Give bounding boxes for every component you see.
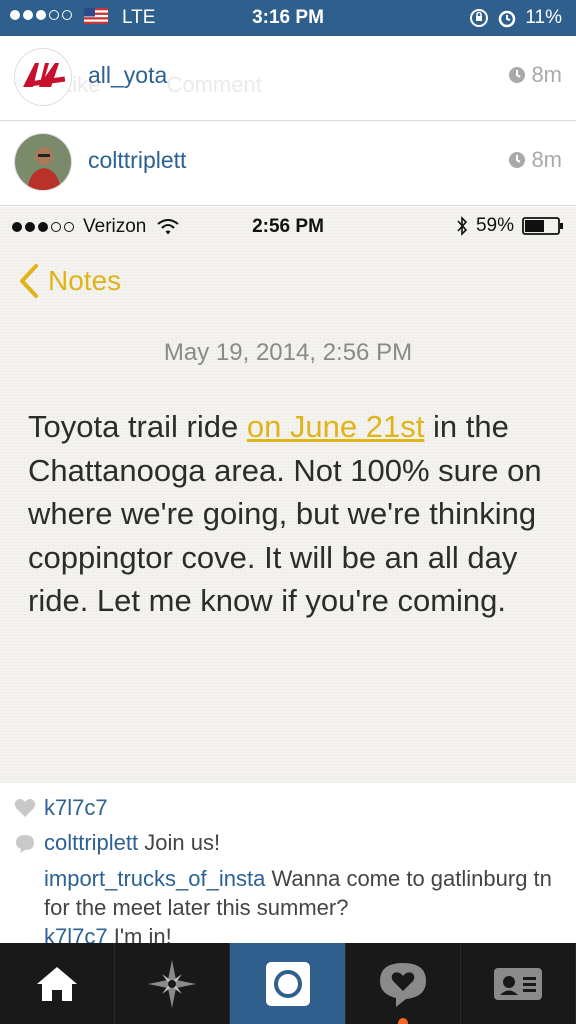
tab-home[interactable]: [0, 943, 116, 1024]
chevron-left-icon: [20, 264, 38, 298]
heart-icon: [14, 798, 36, 817]
comment-text: Join us!: [138, 830, 221, 855]
home-icon: [37, 966, 78, 1001]
post-username[interactable]: colttriplett: [88, 147, 186, 174]
note-body: Toyota trail ride on June 21st in the Ch…: [28, 405, 558, 623]
status-right: 11%: [469, 7, 562, 29]
date-link[interactable]: on June 21st: [247, 409, 425, 444]
avatar[interactable]: [14, 48, 72, 106]
notes-battery-percent: 59%: [475, 215, 514, 236]
comment-row: colttriplett Join us!: [14, 830, 220, 856]
clock-icon: [509, 152, 526, 168]
camera-icon: [265, 961, 310, 1006]
notes-status-bar: Verizon 2:56 PM 59%: [0, 207, 576, 245]
like-user[interactable]: k7l7c7: [44, 795, 108, 821]
battery-icon: [522, 217, 563, 235]
back-label: Notes: [48, 265, 122, 296]
post-header: colttriplett 8m: [0, 121, 576, 206]
tab-bar: [0, 943, 576, 1024]
status-bar: LTE 3:16 PM 11%: [0, 0, 576, 36]
tab-activity[interactable]: [346, 943, 461, 1024]
explore-icon: [148, 959, 197, 1008]
likes-row: k7l7c7: [14, 795, 108, 821]
clock-icon: [509, 67, 526, 83]
note-text: Toyota trail ride: [28, 409, 247, 444]
notes-back-button[interactable]: Notes: [18, 263, 121, 299]
time-ago: 8m: [531, 62, 562, 87]
rotation-lock-icon: [470, 9, 489, 27]
post-image[interactable]: Verizon 2:56 PM 59% Notes May 19, 2014, …: [0, 207, 576, 783]
activity-icon: [379, 962, 426, 1007]
post-time: 8m: [508, 62, 562, 88]
bluetooth-icon: [457, 216, 468, 236]
comment-bubble-icon: [16, 835, 34, 853]
all-yota-logo-icon: [15, 49, 71, 105]
battery-percent: 11%: [525, 7, 562, 28]
post-username[interactable]: all_yota: [88, 62, 167, 89]
note-date: May 19, 2014, 2:56 PM: [163, 339, 413, 366]
tab-profile[interactable]: [461, 943, 576, 1024]
tab-camera[interactable]: [230, 943, 346, 1024]
notification-dot: [397, 1018, 408, 1024]
notes-battery: 59%: [456, 215, 564, 237]
alarm-icon: [499, 10, 516, 28]
comment-user[interactable]: colttriplett: [44, 830, 138, 855]
avatar[interactable]: [14, 133, 72, 191]
time-ago: 8m: [531, 147, 562, 172]
post-header: Like Comment all_yota 8m: [0, 36, 576, 121]
tab-explore[interactable]: [115, 943, 231, 1024]
comment-row: import_trucks_of_insta Wanna come to gat…: [44, 864, 564, 922]
comment-user[interactable]: import_trucks_of_insta: [44, 866, 265, 891]
user-photo-icon: [15, 134, 71, 190]
post-time: 8m: [508, 147, 562, 173]
profile-icon: [493, 967, 542, 1000]
comment-label: Comment: [166, 72, 262, 97]
